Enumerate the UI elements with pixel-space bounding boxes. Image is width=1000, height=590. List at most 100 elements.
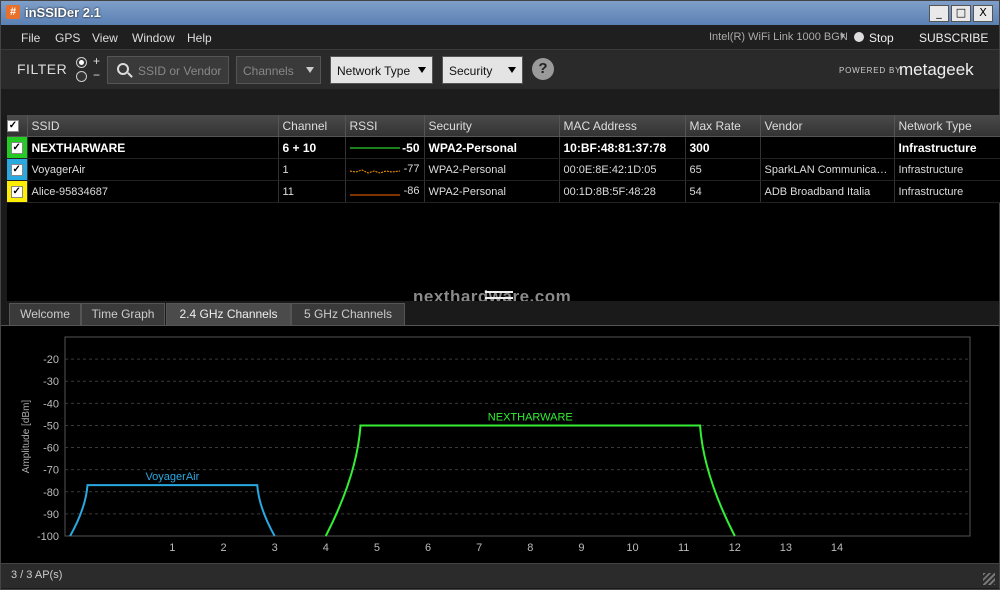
- security-dropdown[interactable]: Security: [442, 56, 523, 84]
- search-placeholder: SSID or Vendor: [138, 64, 222, 78]
- minimize-button[interactable]: _: [929, 5, 949, 22]
- column-network-type[interactable]: Network Type: [894, 115, 1000, 137]
- x-tick-label: 12: [729, 542, 741, 554]
- column-vendor[interactable]: Vendor: [760, 115, 895, 137]
- rssi-sparkline: [349, 147, 400, 149]
- cell-mac-address: 00:1D:8B:5F:48:28: [559, 180, 686, 203]
- column-channel[interactable]: Channel: [278, 115, 346, 137]
- cell-rssi: -50: [345, 136, 425, 159]
- row-checkbox[interactable]: ✓: [7, 136, 28, 159]
- y-tick-label: -100: [37, 531, 59, 543]
- cell-mac-address: 00:0E:8E:42:1D:05: [559, 158, 686, 181]
- menu-gps[interactable]: GPS: [55, 31, 80, 45]
- x-tick-label: 8: [527, 542, 533, 554]
- toolbar-spacer: [1, 89, 999, 115]
- y-tick-label: -60: [43, 443, 59, 455]
- chevron-down-icon: [508, 67, 516, 73]
- y-tick-label: -80: [43, 487, 59, 499]
- y-tick-label: -30: [43, 376, 59, 388]
- rssi-value: -50: [402, 140, 420, 155]
- pane-splitter-handle[interactable]: [485, 291, 513, 299]
- x-tick-label: 2: [220, 542, 226, 554]
- resize-grip-icon[interactable]: [983, 573, 995, 585]
- cell-channel: 11: [278, 180, 346, 203]
- search-icon: [117, 63, 129, 75]
- window-title: inSSIDer 2.1: [25, 5, 101, 20]
- tab-welcome[interactable]: Welcome: [9, 303, 81, 325]
- subscribe-link[interactable]: SUBSCRIBE: [919, 31, 988, 45]
- help-icon[interactable]: ?: [532, 58, 554, 80]
- cell-ssid: Alice-95834687: [27, 180, 279, 203]
- menu-file[interactable]: File: [21, 31, 40, 45]
- table-row[interactable]: ✓ NEXTHARWARE 6 + 10 -50 WPA2-Personal 10:BF:…: [7, 136, 1000, 159]
- cell-vendor: ADB Broadband Italia: [760, 180, 895, 203]
- include-filter-radio[interactable]: [76, 57, 87, 68]
- stop-icon[interactable]: [854, 32, 864, 42]
- menu-help[interactable]: Help: [187, 31, 212, 45]
- y-tick-label: -50: [43, 420, 59, 432]
- select-all-checkbox[interactable]: ✓: [7, 115, 28, 137]
- channels-dropdown-label: Channels: [243, 64, 294, 78]
- stop-button[interactable]: Stop: [869, 31, 894, 45]
- column-max-rate[interactable]: Max Rate: [685, 115, 761, 137]
- channels-dropdown[interactable]: Channels: [236, 56, 321, 84]
- network-curve-label: VoyagerAir: [145, 471, 199, 483]
- column-mac-address[interactable]: MAC Address: [559, 115, 686, 137]
- table-row[interactable]: ✓ VoyagerAir 1 -77 WPA2-Personal 00:0E:8E:42:…: [7, 158, 1000, 181]
- security-dropdown-label: Security: [449, 64, 493, 78]
- cell-max-rate: 54: [685, 180, 761, 203]
- column-rssi[interactable]: RSSI: [345, 115, 425, 137]
- menu-window[interactable]: Window: [132, 31, 175, 45]
- include-filter-sign: +: [93, 54, 101, 68]
- row-checkbox[interactable]: ✓: [7, 158, 28, 181]
- y-tick-label: -70: [43, 465, 59, 477]
- row-checkbox[interactable]: ✓: [7, 180, 28, 203]
- close-button[interactable]: X: [973, 5, 993, 22]
- tab-bar: Welcome Time Graph 2.4 GHz Channels 5 GH…: [1, 301, 999, 326]
- y-tick-label: -40: [43, 398, 59, 410]
- cell-ssid: VoyagerAir: [27, 158, 279, 181]
- title-bar[interactable]: # inSSIDer 2.1 _ □ X: [1, 1, 999, 25]
- column-security[interactable]: Security: [424, 115, 560, 137]
- network-type-dropdown[interactable]: Network Type: [330, 56, 433, 84]
- rssi-value: -77: [403, 163, 420, 176]
- rssi-sparkline: [349, 169, 400, 174]
- y-tick-label: -20: [43, 354, 59, 366]
- tab-time-graph[interactable]: Time Graph: [81, 303, 165, 325]
- status-bar: 3 / 3 AP(s): [1, 563, 999, 588]
- channel-graph[interactable]: -20-30-40-50-60-70-80-90-1001 2 3 4 5 6 7 8 9 10 1…: [1, 326, 999, 563]
- tab-2-4-ghz-channels[interactable]: 2.4 GHz Channels: [166, 303, 291, 325]
- ssid-vendor-search-input[interactable]: SSID or Vendor: [107, 56, 229, 84]
- maximize-button[interactable]: □: [951, 5, 971, 22]
- cell-max-rate: 65: [685, 158, 761, 181]
- tab-5-ghz-channels[interactable]: 5 GHz Channels: [291, 303, 405, 325]
- table-header: ✓ SSID Channel RSSI Security MAC Address…: [7, 115, 1000, 137]
- column-ssid[interactable]: SSID: [27, 115, 279, 137]
- cell-security: WPA2-Personal: [424, 180, 560, 203]
- cell-channel: 6 + 10: [278, 136, 346, 159]
- app-window: # inSSIDer 2.1 _ □ X File GPS View Windo…: [0, 0, 1000, 590]
- x-tick-label: 14: [831, 542, 843, 554]
- cell-security: WPA2-Personal: [424, 136, 560, 159]
- exclude-filter-radio[interactable]: [76, 71, 87, 82]
- x-tick-label: 6: [425, 542, 431, 554]
- ap-count-status: 3 / 3 AP(s): [11, 569, 63, 581]
- metageek-logo: metageek: [899, 60, 974, 79]
- x-tick-label: 10: [626, 542, 638, 554]
- table-row[interactable]: ✓ Alice-95834687 11 -86 WPA2-Personal 00:1D:8…: [7, 180, 1000, 203]
- cell-network-type: Infrastructure: [894, 180, 1000, 203]
- network-type-dropdown-label: Network Type: [337, 64, 411, 78]
- cell-network-type: Infrastructure: [894, 136, 1000, 159]
- adapter-dropdown-icon[interactable]: ▾: [840, 31, 845, 42]
- cell-channel: 1: [278, 158, 346, 181]
- menu-view[interactable]: View: [92, 31, 118, 45]
- cell-vendor: SparkLAN Communicatio...: [760, 158, 895, 181]
- rssi-sparkline: [349, 194, 400, 196]
- cell-ssid: NEXTHARWARE: [27, 136, 279, 159]
- channel-graph-panel: -20 -30 -40 -50 -60 -70 -80 -90 -100 1 2 3 4 5 6 7 8 9 10 1…: [1, 326, 999, 563]
- y-tick-label: -90: [43, 509, 59, 521]
- filter-label: FILTER: [17, 61, 68, 77]
- adapter-selector[interactable]: Intel(R) WiFi Link 1000 BGN: [709, 31, 848, 43]
- cell-security: WPA2-Personal: [424, 158, 560, 181]
- x-tick-label: 1: [169, 542, 175, 554]
